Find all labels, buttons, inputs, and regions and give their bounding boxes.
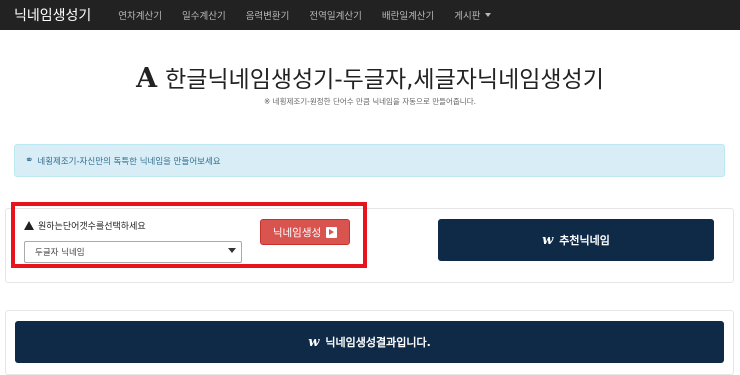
font-icon: A	[136, 63, 158, 94]
page-title: A 한글닉네임생성기-두글자,세글자닉네임생성기	[0, 60, 740, 94]
signature-icon: w	[308, 334, 320, 350]
chevron-down-icon	[228, 248, 236, 253]
caret-down-icon	[484, 13, 491, 17]
nav-item-day-count[interactable]: 일수계산기	[172, 8, 236, 22]
word-count-label-text: 원하는단어갯수를선택하세요	[38, 222, 146, 232]
info-alert: ⚭ 네횡제조기-자신만의 독특한 닉네임을 만들어보세요	[14, 144, 725, 177]
nav-item-annual-leave[interactable]: 연차계산기	[108, 8, 172, 22]
nav-item-lunar-converter[interactable]: 음력변환기	[236, 8, 300, 22]
generate-button-label: 닉네임생성	[272, 226, 322, 239]
generate-nickname-button[interactable]: 닉네임생성	[260, 219, 350, 245]
info-alert-text: 네횡제조기-자신만의 독특한 닉네임을 만들어보세요	[37, 156, 221, 167]
result-bar: w 닉네임생성결과입니다.	[15, 321, 724, 363]
nav-item-discharge-date[interactable]: 전역일계산기	[299, 8, 371, 22]
signature-icon: w	[542, 232, 554, 248]
recommended-button-label: 추천닉네임	[559, 234, 610, 247]
recommended-nickname-button[interactable]: w 추천닉네임	[438, 219, 714, 261]
nav-item-board-dropdown[interactable]: 게시판	[444, 8, 500, 22]
result-label: 닉네임생성결과입니다.	[325, 336, 431, 349]
word-count-label: 원하는단어갯수를선택하세요	[24, 219, 146, 232]
link-icon: ⚭	[25, 155, 34, 166]
nav-item-board-label: 게시판	[454, 11, 481, 22]
brand-link[interactable]: 닉네임생성기	[0, 5, 108, 25]
word-count-select[interactable]: 두글자 닉네임	[24, 241, 242, 263]
warning-icon	[24, 221, 34, 230]
top-navbar: 닉네임생성기 연차계산기 일수계산기 음력변환기 전역일계산기 배란일계산기 게…	[0, 0, 740, 30]
page-title-text: 한글닉네임생성기-두글자,세글자닉네임생성기	[165, 67, 604, 93]
page-subtitle: ※ 네횡제조기-원정한 단어수 만큼 닉네임을 자동으로 만들어줍니다.	[264, 97, 476, 106]
word-count-select-value: 두글자 닉네임	[35, 248, 85, 258]
play-icon	[326, 226, 338, 238]
nav-item-ovulation[interactable]: 배란일계산기	[372, 8, 444, 22]
